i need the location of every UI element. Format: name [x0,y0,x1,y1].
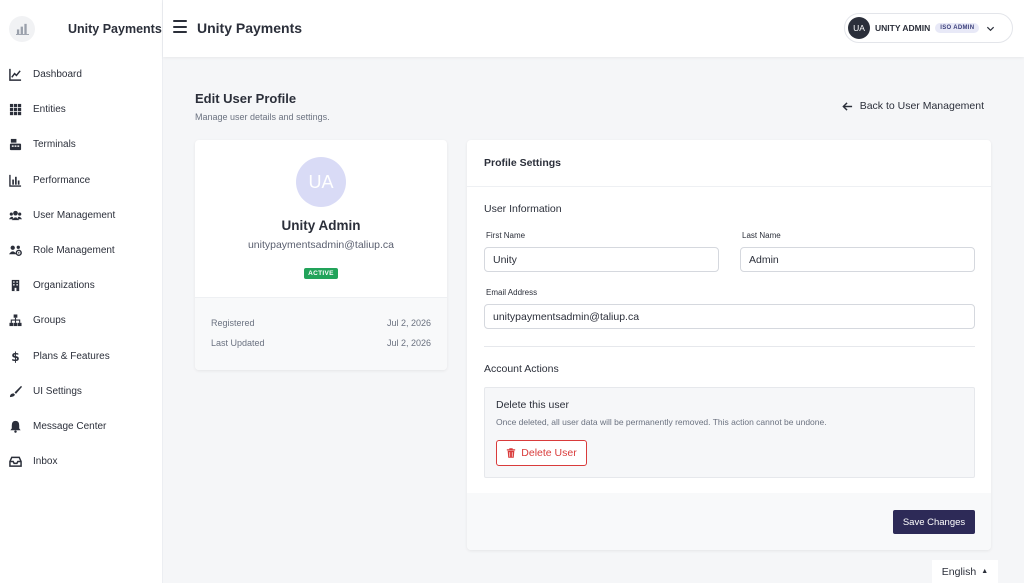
sidebar-item-label: Plans & Features [33,350,110,362]
sidebar-item-message-center[interactable]: Message Center [0,409,162,444]
sidebar-item-organizations[interactable]: Organizations [0,268,162,303]
sidebar-item-label: Terminals [33,139,76,151]
last-updated-row: Last Updated Jul 2, 2026 [211,338,431,358]
profile-card: UA Unity Admin unitypaymentsadmin@taliup… [195,140,447,370]
sidebar-item-label: Organizations [33,280,95,292]
brand-name: Unity Payments [68,21,162,36]
top-header: Unity Payments UA UNITY ADMIN ISO ADMIN [163,0,1024,57]
sidebar-item-role-management[interactable]: Role Management [0,233,162,268]
brush-icon [9,385,22,398]
registered-value: Jul 2, 2026 [386,318,431,328]
sidebar-item-dashboard[interactable]: Dashboard [0,57,162,92]
sidebar-item-label: Inbox [33,456,58,468]
users-icon [9,209,22,222]
profile-email: unitypaymentsadmin@taliup.ca [247,239,395,251]
back-link-label: Back to User Management [859,100,984,112]
sidebar-item-label: Performance [33,174,91,186]
sidebar-item-groups[interactable]: Groups [0,303,162,338]
first-name-label: First Name [486,231,526,240]
language-selector[interactable]: English ▲ [932,560,998,583]
sidebar-item-label: Role Management [33,245,115,257]
cash-register-icon [9,138,22,151]
sidebar-item-label: Message Center [33,420,107,432]
delete-title: Delete this user [496,399,569,411]
sidebar-item-label: UI Settings [33,385,82,397]
sidebar-item-plans-features[interactable]: $ Plans & Features [0,339,162,374]
bar-chart-icon [9,174,22,187]
page-title: Edit User Profile [195,91,297,106]
svg-text:$: $ [11,350,19,363]
sidebar-item-entities[interactable]: Entities [0,92,162,127]
users-cog-icon [9,244,22,257]
save-changes-button[interactable]: Save Changes [893,510,975,534]
sitemap-icon [9,314,22,327]
sidebar-item-performance[interactable]: Performance [0,163,162,198]
arrow-left-icon [842,101,852,111]
grid-icon [9,103,22,116]
user-name: UNITY ADMIN [875,23,931,33]
sidebar-item-label: Entities [33,104,66,116]
divider [484,346,975,347]
registered-row: Registered Jul 2, 2026 [211,318,431,338]
building-icon [9,279,22,292]
sidebar-nav: Dashboard Entities Terminals Performance… [0,57,162,479]
account-actions-title: Account Actions [484,363,559,375]
delete-user-box: Delete this user Once deleted, all user … [484,387,975,478]
last-updated-label: Last Updated [211,337,265,348]
email-field[interactable] [484,304,975,329]
dollar-icon: $ [9,350,22,363]
back-to-user-management-link[interactable]: Back to User Management [842,100,984,112]
email-label: Email Address [486,288,538,297]
chart-line-icon [9,68,22,81]
header-title: Unity Payments [197,20,303,36]
hamburger-menu-icon[interactable] [173,20,187,34]
sidebar-item-terminals[interactable]: Terminals [0,127,162,162]
role-badge: ISO ADMIN [935,23,980,33]
sidebar-item-label: Groups [33,315,66,327]
last-name-label: Last Name [742,231,781,240]
sidebar-item-user-management[interactable]: User Management [0,198,162,233]
language-label: English [941,565,977,578]
trash-icon [507,448,516,458]
profile-meta: Registered Jul 2, 2026 Last Updated Jul … [195,297,447,370]
avatar: UA [296,157,346,207]
sidebar-item-ui-settings[interactable]: UI Settings [0,374,162,409]
user-menu-button[interactable]: UA UNITY ADMIN ISO ADMIN [844,13,1013,43]
sidebar-item-inbox[interactable]: Inbox [0,444,162,479]
inbox-icon [9,455,22,468]
status-badge: ACTIVE [304,268,338,279]
delete-user-button[interactable]: Delete User [496,440,587,466]
profile-name: Unity Admin [281,218,361,233]
last-name-field[interactable] [740,247,975,272]
first-name-field[interactable] [484,247,719,272]
page-subtitle: Manage user details and settings. [195,112,330,122]
delete-description: Once deleted, all user data will be perm… [496,417,827,427]
brand-logo-icon [9,15,35,42]
sidebar-item-label: Dashboard [33,69,82,81]
brand[interactable]: Unity Payments [0,0,162,57]
settings-footer: Save Changes [467,493,991,550]
bell-icon [9,420,22,433]
chevron-down-icon [987,26,995,31]
caret-up-icon: ▲ [981,568,989,575]
last-updated-value: Jul 2, 2026 [386,337,431,348]
delete-button-label: Delete User [521,447,577,459]
settings-title: Profile Settings [467,140,991,187]
sidebar: Unity Payments Dashboard Entities Termin… [0,0,163,583]
registered-label: Registered [211,318,255,328]
sidebar-item-label: User Management [33,209,116,221]
avatar: UA [848,17,870,39]
profile-settings-card: Profile Settings User Information First … [467,140,991,550]
user-information-title: User Information [484,203,562,215]
